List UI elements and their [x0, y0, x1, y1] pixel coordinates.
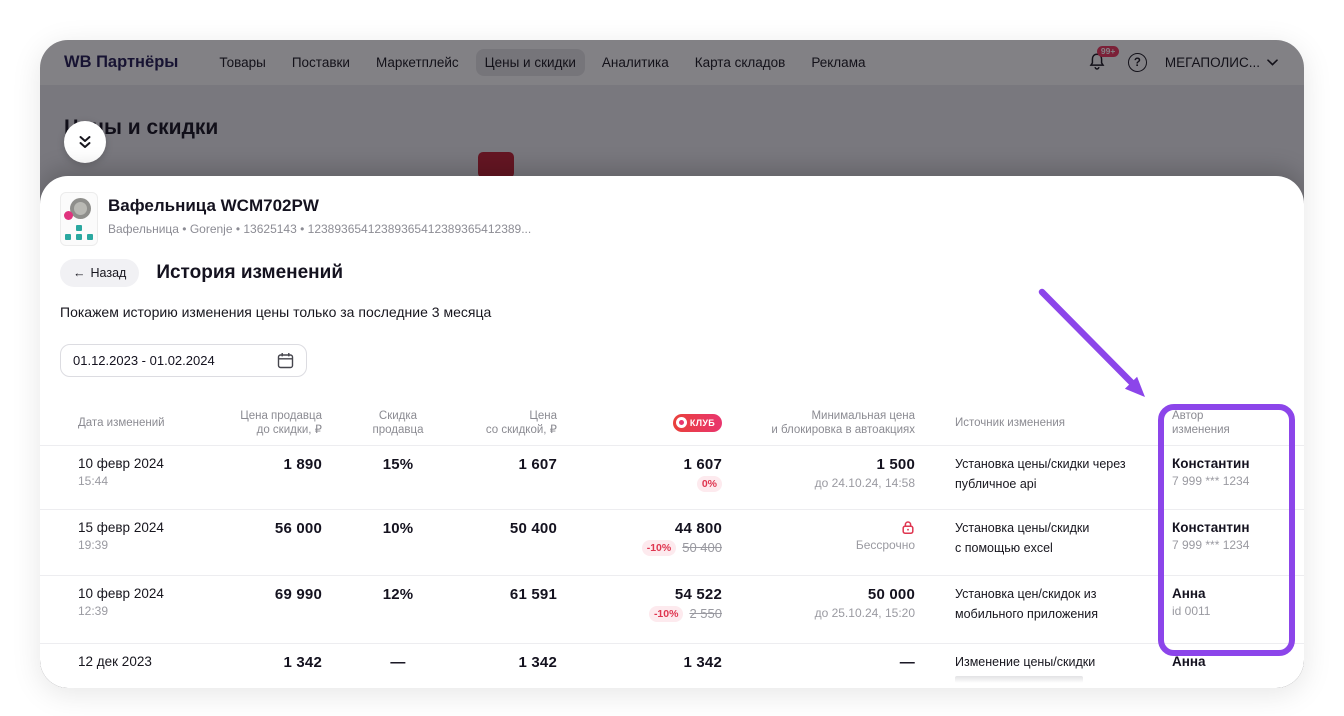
double-chevron-down-icon — [77, 135, 93, 150]
table-row[interactable]: 10 февр 202415:44 1 890 15% 1 607 1 607 … — [40, 446, 1304, 510]
col-header-author: Автор изменения — [1170, 409, 1258, 437]
date-range-value: 01.12.2023 - 01.02.2024 — [73, 353, 215, 368]
section-title: История изменений — [156, 262, 343, 284]
arrow-left-icon: ← — [73, 266, 86, 280]
app-window: WB Партнёры Товары Поставки Маркетплейс … — [40, 40, 1304, 688]
club-discount-pill: -10% — [649, 606, 684, 622]
col-header-discount: Скидкапродавца — [322, 409, 474, 437]
product-image — [60, 192, 98, 246]
product-header: Вафельница WCM702PW Вафельница • Gorenje… — [60, 192, 531, 246]
back-button-label: Назад — [91, 266, 127, 280]
col-header-date: Дата изменений — [78, 416, 222, 430]
col-header-source: Источник изменения — [915, 416, 1170, 430]
product-title: Вафельница WCM702PW — [108, 196, 531, 216]
col-header-min-price: Минимальная ценаи блокировка в автоакция… — [722, 409, 915, 437]
col-header-club: КЛУБ — [557, 414, 722, 432]
collapse-button[interactable] — [64, 121, 106, 163]
table-row[interactable]: 12 дек 2023 1 342 — 1 342 1 342 — Измене… — [40, 644, 1304, 688]
history-table: Дата изменений Цена продавцадо скидки, ₽… — [40, 400, 1304, 688]
history-modal: Вафельница WCM702PW Вафельница • Gorenje… — [40, 176, 1304, 688]
history-note: Покажем историю изменения цены только за… — [60, 304, 491, 320]
back-button[interactable]: ← Назад — [60, 259, 139, 287]
table-header-row: Дата изменений Цена продавцадо скидки, ₽… — [40, 400, 1304, 446]
lock-icon — [901, 520, 915, 535]
product-subtitle: Вафельница • Gorenje • 13625143 • 123893… — [108, 222, 531, 236]
club-discount-pill: -10% — [642, 540, 677, 556]
col-header-price-after: Ценасо скидкой, ₽ — [474, 409, 557, 437]
table-row[interactable]: 10 февр 202412:39 69 990 12% 61 591 54 5… — [40, 576, 1304, 644]
table-row[interactable]: 15 февр 202419:39 56 000 10% 50 400 44 8… — [40, 510, 1304, 576]
club-discount-pill: 0% — [697, 476, 722, 492]
calendar-icon — [277, 352, 294, 369]
date-range-picker[interactable]: 01.12.2023 - 01.02.2024 — [60, 344, 307, 377]
clipped-text-line — [955, 676, 1083, 683]
col-header-price-before: Цена продавцадо скидки, ₽ — [222, 409, 322, 437]
club-icon — [676, 417, 687, 428]
club-badge: КЛУБ — [673, 414, 722, 432]
